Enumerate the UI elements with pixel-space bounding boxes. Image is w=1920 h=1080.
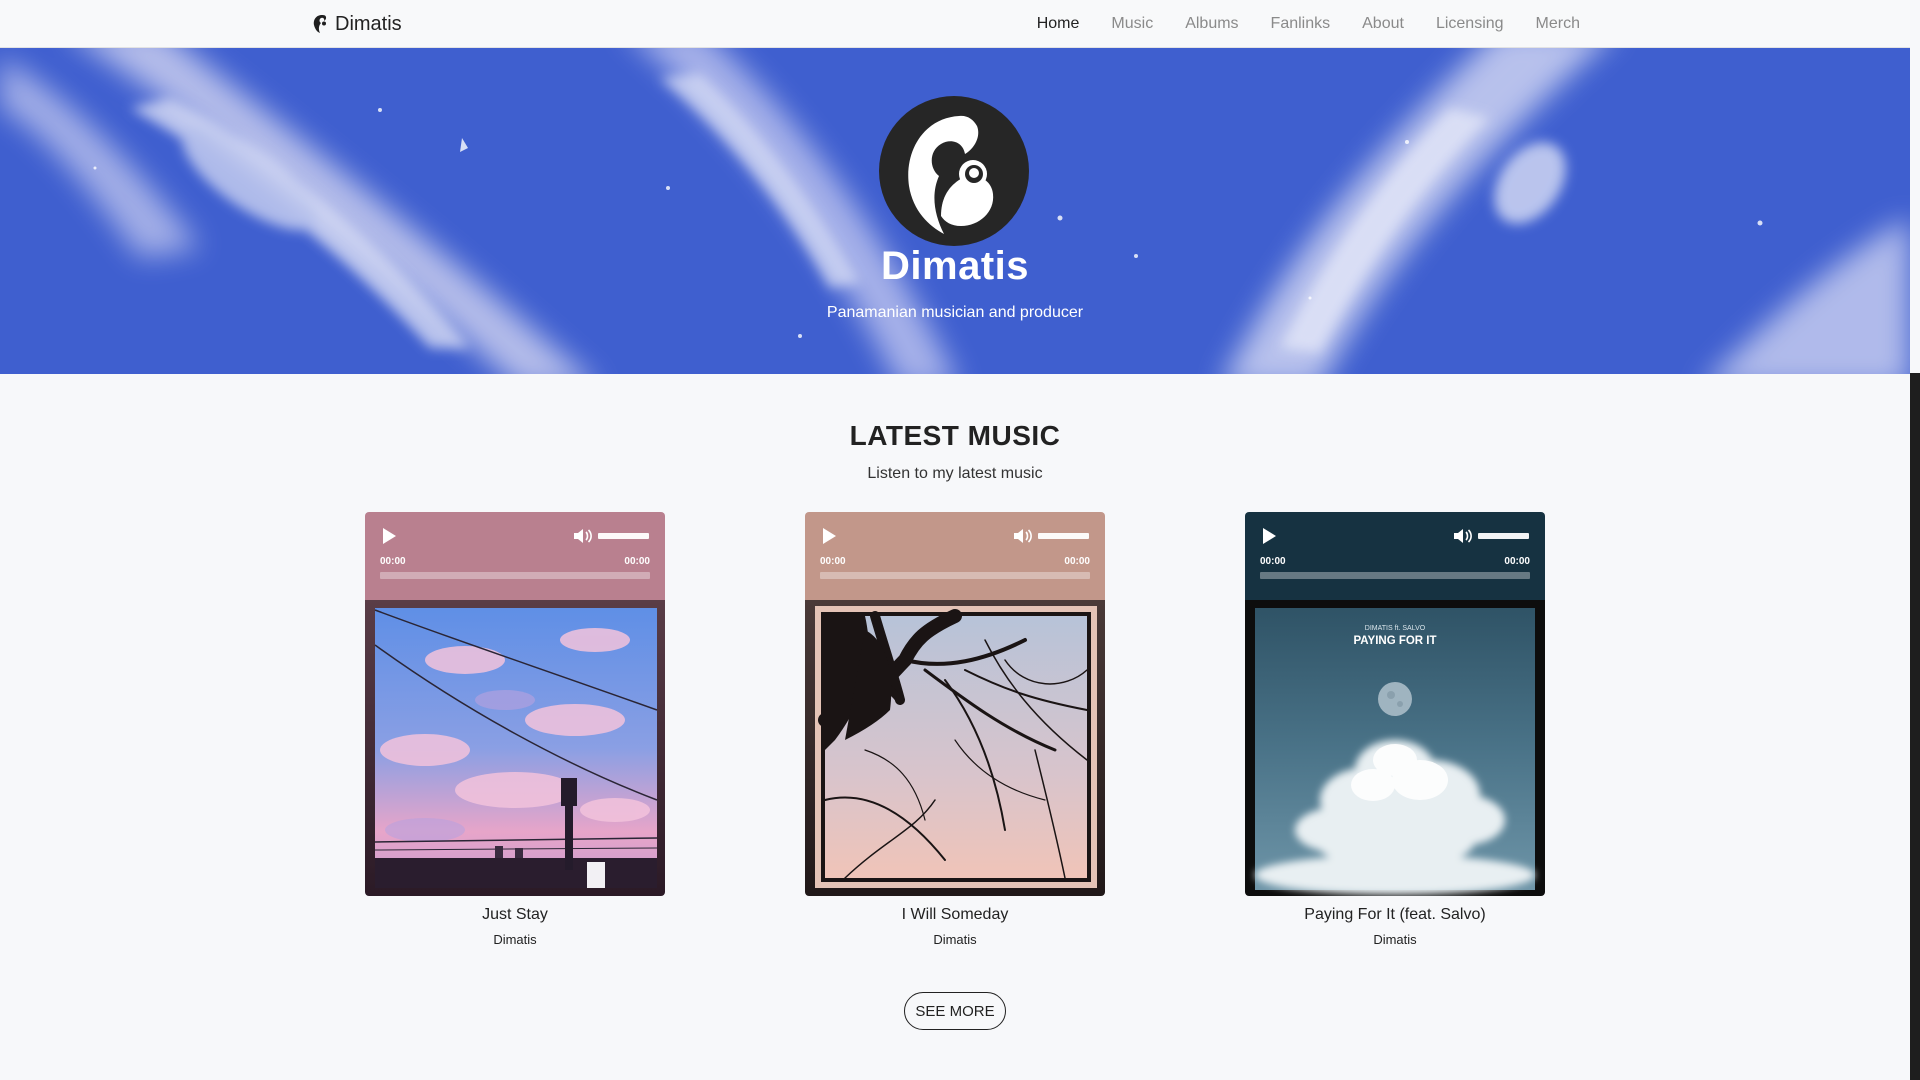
current-time: 00:00 bbox=[380, 556, 406, 567]
progress-bar[interactable] bbox=[1260, 572, 1530, 579]
cover-title-text: PAYING FOR IT bbox=[1353, 635, 1436, 647]
hero-subtitle: Panamanian musician and producer bbox=[826, 304, 1084, 321]
song-artist: Dimatis bbox=[1373, 932, 1417, 947]
hero-banner: Dimatis Panamanian musician and producer bbox=[0, 48, 1910, 374]
play-icon[interactable] bbox=[1260, 527, 1278, 545]
album-cover[interactable]: DIMATIS ft. SALVO PAYING FOR IT bbox=[1245, 600, 1545, 896]
nav-link-music[interactable]: Music bbox=[1095, 0, 1169, 48]
audio-player: 00:00 00:00 bbox=[365, 512, 665, 600]
track-card-i-will-someday: 00:00 00:00 bbox=[805, 512, 1105, 896]
latest-music-heading: LATEST MUSIC bbox=[849, 420, 1061, 451]
song-artist: Dimatis bbox=[933, 932, 977, 947]
scrollbar[interactable] bbox=[1910, 373, 1920, 1080]
hero-title: Dimatis bbox=[881, 244, 1029, 288]
track-card-paying-for-it: 00:00 00:00 DIMATIS ft. SALVO PAYING FOR… bbox=[1245, 512, 1545, 896]
nav-link-fanlinks[interactable]: Fanlinks bbox=[1255, 0, 1347, 48]
nav-link-albums[interactable]: Albums bbox=[1169, 0, 1254, 48]
volume-slider[interactable] bbox=[598, 533, 649, 539]
nav-link-merch[interactable]: Merch bbox=[1520, 0, 1596, 48]
progress-bar[interactable] bbox=[380, 572, 650, 579]
song-title[interactable]: Paying For It (feat. Salvo) bbox=[1245, 906, 1545, 924]
dimatis-logo-icon bbox=[879, 96, 1029, 246]
volume-icon[interactable] bbox=[1013, 527, 1033, 545]
duration: 00:00 bbox=[1064, 556, 1090, 567]
song-artist: Dimatis bbox=[493, 932, 537, 947]
nav-link-about[interactable]: About bbox=[1346, 0, 1420, 48]
track-card-just-stay: 00:00 00:00 bbox=[365, 512, 665, 896]
play-icon[interactable] bbox=[380, 527, 398, 545]
album-cover[interactable] bbox=[805, 600, 1105, 896]
album-cover[interactable] bbox=[365, 600, 665, 896]
volume-slider[interactable] bbox=[1478, 533, 1529, 539]
navbar: Dimatis Home Music Albums Fanlinks About… bbox=[0, 0, 1910, 48]
nav-link-licensing[interactable]: Licensing bbox=[1420, 0, 1520, 48]
audio-player: 00:00 00:00 bbox=[1245, 512, 1545, 600]
cover-credit-text: DIMATIS ft. SALVO bbox=[1365, 625, 1426, 632]
see-more-button[interactable]: SEE MORE bbox=[904, 992, 1006, 1030]
song-title[interactable]: Just Stay bbox=[365, 906, 665, 924]
play-icon[interactable] bbox=[820, 527, 838, 545]
current-time: 00:00 bbox=[1260, 556, 1286, 567]
page: Dimatis Home Music Albums Fanlinks About… bbox=[0, 0, 1920, 1080]
song-title[interactable]: I Will Someday bbox=[805, 906, 1105, 924]
progress-bar[interactable] bbox=[820, 572, 1090, 579]
volume-slider[interactable] bbox=[1038, 533, 1089, 539]
duration: 00:00 bbox=[624, 556, 650, 567]
content-area: Dimatis Home Music Albums Fanlinks About… bbox=[0, 0, 1910, 1080]
duration: 00:00 bbox=[1504, 556, 1530, 567]
audio-player: 00:00 00:00 bbox=[805, 512, 1105, 600]
brand-link[interactable]: Dimatis bbox=[313, 0, 402, 48]
current-time: 00:00 bbox=[820, 556, 846, 567]
brand-name: Dimatis bbox=[335, 12, 402, 35]
volume-icon[interactable] bbox=[573, 527, 593, 545]
dimatis-logo-icon bbox=[313, 15, 327, 33]
latest-music-subtitle: Listen to my latest music bbox=[867, 465, 1043, 482]
nav-links: Home Music Albums Fanlinks About Licensi… bbox=[1021, 0, 1596, 48]
volume-icon[interactable] bbox=[1453, 527, 1473, 545]
nav-link-home[interactable]: Home bbox=[1021, 0, 1096, 48]
